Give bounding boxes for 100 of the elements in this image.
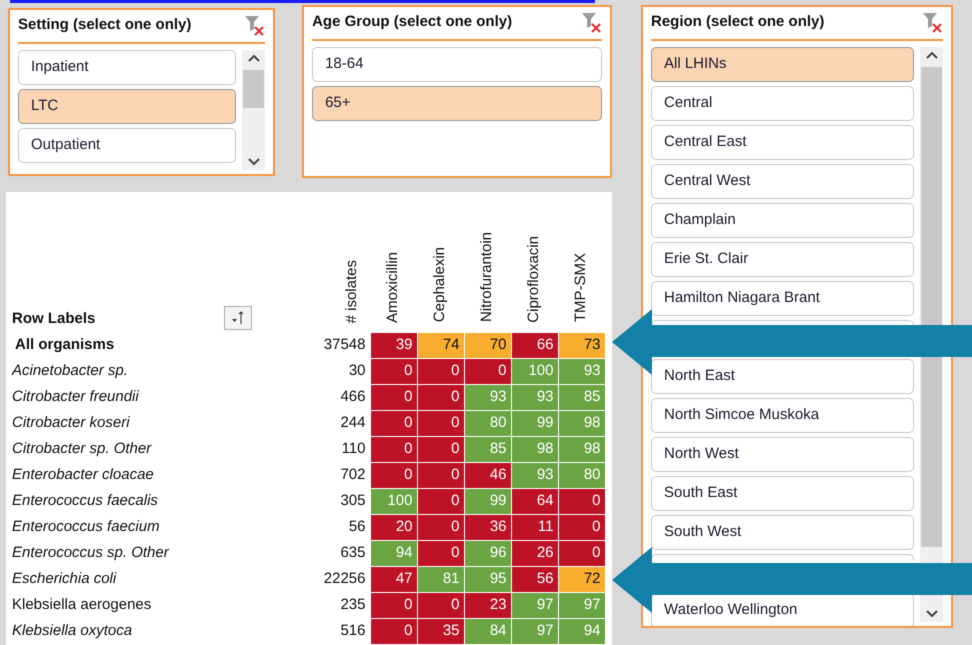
table-cell: 94 xyxy=(558,618,605,644)
table-cell: 0 xyxy=(417,592,464,618)
table-cell: 98 xyxy=(558,410,605,436)
slicer-item[interactable] xyxy=(651,320,914,326)
row-label: Klebsiella aerogenes xyxy=(12,596,152,613)
slicer-item[interactable]: Central East xyxy=(651,124,914,160)
table-cell: 93 xyxy=(511,462,558,488)
slicer-item[interactable]: Central xyxy=(651,86,914,120)
slicer-item[interactable]: Erie St. Clair xyxy=(651,242,914,276)
table-cell: 85 xyxy=(464,436,511,462)
row-label: Citrobacter freundii xyxy=(12,388,139,405)
row-label: Acinetobacter sp. xyxy=(12,362,128,379)
slicer-item[interactable]: South West xyxy=(651,514,914,550)
table-cell: 0 xyxy=(370,592,417,618)
row-label: Enterococcus faecium xyxy=(12,518,160,535)
table-cell: 64 xyxy=(511,488,558,514)
slicer-item[interactable]: Champlain xyxy=(651,202,914,238)
row-label: Enterococcus sp. Other xyxy=(12,544,169,561)
slicer-item[interactable]: All LHINs xyxy=(651,46,914,82)
slicer-item[interactable]: North Simcoe Muskoka xyxy=(651,398,914,432)
table-cell: 39 xyxy=(370,332,417,358)
scroll-thumb[interactable] xyxy=(921,66,942,546)
table-cell: 100 xyxy=(370,488,417,514)
isolates-cell-text: 466 xyxy=(339,386,366,407)
row-label: Enterococcus faecalis xyxy=(12,492,158,509)
slicer-item[interactable]: Hamilton Niagara Brant xyxy=(651,280,914,316)
row-label: Citrobacter sp. Other xyxy=(12,440,152,457)
isolates-cell-text: 244 xyxy=(339,412,366,433)
isolates-cell-text: 30 xyxy=(348,360,366,381)
table-cell: 0 xyxy=(417,358,464,384)
scroll-thumb[interactable] xyxy=(243,70,264,108)
clear-filter-icon[interactable] xyxy=(580,11,602,34)
clear-filter-icon[interactable] xyxy=(921,11,943,34)
slicer-item[interactable]: Waterloo Wellington xyxy=(651,592,914,626)
table-cell: 0 xyxy=(370,358,417,384)
slicer-item[interactable]: Outpatient xyxy=(18,128,236,162)
table-cell: 98 xyxy=(511,436,558,462)
table-cell: 0 xyxy=(417,488,464,514)
table-cell: 97 xyxy=(511,592,558,618)
table-cell: 0 xyxy=(558,514,605,540)
table-cell: 11 xyxy=(511,514,558,540)
table-cell: 93 xyxy=(464,384,511,410)
isolates-cell-text: 56 xyxy=(348,516,366,537)
isolates-cell-text: 516 xyxy=(339,620,366,641)
table-cell: 0 xyxy=(370,436,417,462)
table-cell: 0 xyxy=(370,384,417,410)
table-cell: 70 xyxy=(464,332,511,358)
isolates-cell-text: 702 xyxy=(339,464,366,485)
column-header: Nitrofurantoin xyxy=(477,232,496,322)
clear-filter-icon[interactable] xyxy=(243,14,266,36)
table-cell: 20 xyxy=(370,514,417,540)
scrollbar[interactable] xyxy=(242,50,266,170)
table-cell: 96 xyxy=(464,540,511,566)
table-cell: 0 xyxy=(417,384,464,410)
table-cell: 0 xyxy=(417,540,464,566)
table-cell: 99 xyxy=(464,488,511,514)
table-cell: 0 xyxy=(417,436,464,462)
slicer-title: Setting (select one only) xyxy=(18,15,192,35)
table-cell: 0 xyxy=(417,462,464,488)
table-cell: 97 xyxy=(511,618,558,644)
sort-button[interactable] xyxy=(224,306,252,330)
slicer-item[interactable]: Inpatient xyxy=(18,50,236,84)
table-cell: 46 xyxy=(464,462,511,488)
row-label: All organisms xyxy=(14,336,114,353)
table-cell: 0 xyxy=(464,358,511,384)
slicer-item[interactable]: 18-64 xyxy=(312,46,602,82)
slicer-item[interactable]: LTC xyxy=(18,88,236,124)
slicer-item[interactable]: North East xyxy=(651,358,914,394)
slicer-item[interactable]: North West xyxy=(651,436,914,472)
table-cell: 66 xyxy=(511,332,558,358)
isolates-header: # isolates xyxy=(342,260,360,323)
table-cell: 0 xyxy=(417,514,464,540)
table-cell: 95 xyxy=(464,566,511,592)
table-cell: 35 xyxy=(417,618,464,644)
column-header: TMP-SMX xyxy=(571,253,590,322)
column-header: Amoxicillin xyxy=(383,252,402,322)
table-cell: 0 xyxy=(558,488,605,514)
table-cell: 36 xyxy=(464,514,511,540)
slicer-item[interactable]: South East xyxy=(651,476,914,510)
isolates-cell-text: 22256 xyxy=(322,568,366,589)
table-cell: 84 xyxy=(464,618,511,644)
isolates-cell-text: 235 xyxy=(339,594,366,615)
isolates-cell-text: 635 xyxy=(339,542,366,563)
table-cell: 97 xyxy=(558,592,605,618)
slicer-item[interactable]: Central West xyxy=(651,164,914,198)
row-label: Citrobacter koseri xyxy=(12,414,130,431)
table-cell: 99 xyxy=(511,410,558,436)
isolates-cell-text: 110 xyxy=(340,438,366,459)
slicer-title: Region (select one only) xyxy=(651,12,824,32)
table-cell: 0 xyxy=(370,462,417,488)
table-cell: 80 xyxy=(464,410,511,436)
table-cell: 56 xyxy=(511,566,558,592)
slicer-item[interactable]: 65+ xyxy=(312,86,602,120)
sort-icon xyxy=(230,310,246,326)
table-cell: 23 xyxy=(464,592,511,618)
table-cell: 100 xyxy=(511,358,558,384)
table-cell: 0 xyxy=(370,618,417,644)
table-cell: 81 xyxy=(417,566,464,592)
column-header: Ciprofloxacin xyxy=(524,236,544,322)
row-label: Escherichia coli xyxy=(12,570,116,587)
